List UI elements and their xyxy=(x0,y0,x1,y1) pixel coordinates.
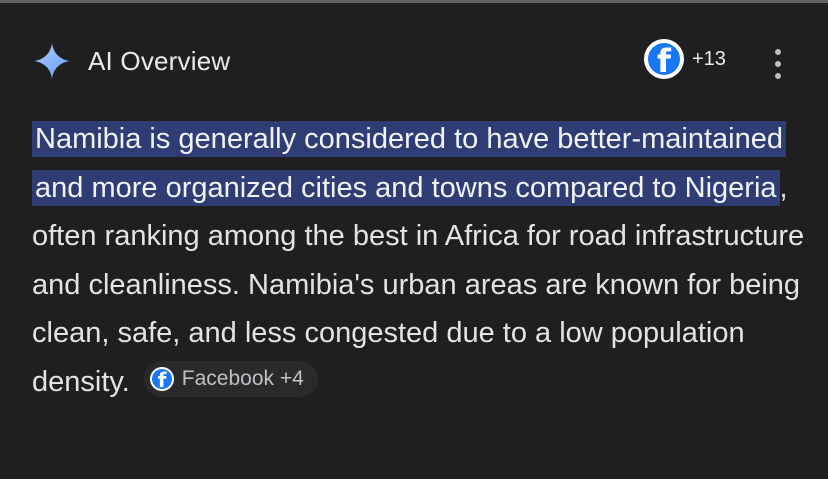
facebook-icon: f xyxy=(644,39,684,79)
more-vert-icon[interactable] xyxy=(766,49,790,79)
source-chip-facebook[interactable]: f Facebook +4 xyxy=(143,360,318,397)
overview-text: Namibia is generally considered to have … xyxy=(32,115,812,406)
ai-overview-header: AI Overview xyxy=(32,41,230,81)
ai-overview-card: AI Overview f +13 Namibia is generally c… xyxy=(0,3,828,479)
source-chip-label: Facebook +4 xyxy=(181,366,304,390)
sparkle-icon xyxy=(32,41,72,81)
ai-overview-title: AI Overview xyxy=(88,45,231,76)
sources-button[interactable]: f +13 xyxy=(644,39,726,79)
facebook-icon: f xyxy=(149,366,174,391)
source-count: +13 xyxy=(692,47,726,70)
highlighted-answer: Namibia is generally considered to have … xyxy=(32,121,786,206)
